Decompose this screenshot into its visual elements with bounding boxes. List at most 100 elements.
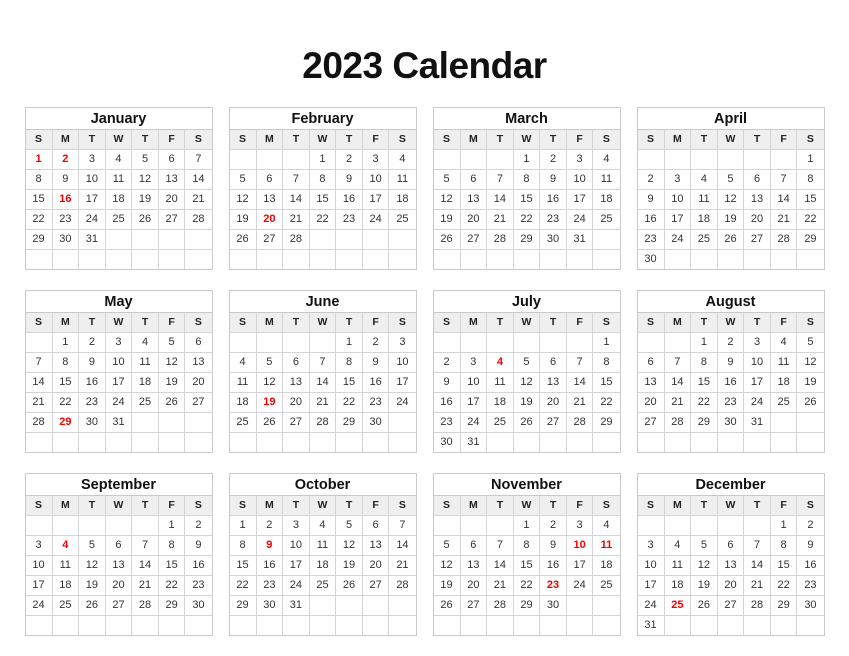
day-cell[interactable]: 16	[637, 209, 665, 230]
day-cell[interactable]: 14	[565, 372, 594, 393]
day-cell[interactable]: 17	[565, 555, 594, 576]
day-cell-holiday[interactable]: 29	[51, 412, 80, 433]
day-cell[interactable]: 4	[104, 149, 133, 170]
day-cell[interactable]: 3	[565, 515, 594, 536]
day-cell[interactable]: 9	[637, 189, 665, 210]
day-cell[interactable]: 9	[78, 352, 106, 373]
day-cell[interactable]: 3	[282, 515, 310, 536]
day-cell[interactable]: 28	[131, 595, 159, 616]
day-cell[interactable]: 17	[25, 575, 53, 596]
day-cell[interactable]: 15	[335, 372, 363, 393]
day-cell[interactable]: 22	[25, 209, 53, 230]
day-cell[interactable]: 13	[637, 372, 665, 393]
day-cell[interactable]: 12	[796, 352, 824, 373]
day-cell[interactable]: 12	[229, 189, 257, 210]
day-cell[interactable]: 14	[308, 372, 337, 393]
day-cell[interactable]: 31	[565, 229, 594, 250]
day-cell[interactable]: 13	[459, 555, 488, 576]
day-cell[interactable]: 22	[51, 392, 80, 413]
day-cell[interactable]: 15	[229, 555, 257, 576]
day-cell[interactable]: 26	[433, 595, 461, 616]
day-cell[interactable]: 6	[637, 352, 665, 373]
day-cell-holiday[interactable]: 9	[255, 535, 284, 556]
day-cell[interactable]: 30	[78, 412, 106, 433]
day-cell[interactable]: 8	[769, 535, 798, 556]
day-cell[interactable]: 12	[78, 555, 106, 576]
day-cell[interactable]: 30	[51, 229, 80, 250]
day-cell[interactable]: 12	[335, 535, 363, 556]
day-cell[interactable]: 24	[25, 595, 53, 616]
day-cell[interactable]: 9	[335, 169, 363, 190]
day-cell[interactable]: 23	[539, 209, 567, 230]
day-cell[interactable]: 7	[308, 352, 337, 373]
day-cell[interactable]: 16	[716, 372, 745, 393]
day-cell[interactable]: 5	[255, 352, 284, 373]
day-cell[interactable]: 29	[512, 595, 541, 616]
day-cell[interactable]: 21	[25, 392, 53, 413]
day-cell[interactable]: 14	[743, 555, 771, 576]
day-cell[interactable]: 26	[512, 412, 541, 433]
day-cell[interactable]: 4	[592, 515, 620, 536]
day-cell[interactable]: 19	[433, 575, 461, 596]
day-cell-holiday[interactable]: 25	[663, 595, 692, 616]
day-cell[interactable]: 7	[769, 169, 798, 190]
day-cell[interactable]: 20	[459, 209, 488, 230]
day-cell[interactable]: 8	[512, 535, 541, 556]
day-cell[interactable]: 18	[663, 575, 692, 596]
day-cell[interactable]: 17	[743, 372, 771, 393]
day-cell[interactable]: 21	[663, 392, 692, 413]
day-cell[interactable]: 13	[282, 372, 310, 393]
day-cell[interactable]: 31	[637, 615, 665, 635]
day-cell-holiday[interactable]: 1	[25, 149, 53, 170]
day-cell[interactable]: 21	[769, 209, 798, 230]
day-cell[interactable]: 3	[25, 535, 53, 556]
day-cell[interactable]: 30	[539, 595, 567, 616]
day-cell[interactable]: 13	[104, 555, 133, 576]
day-cell[interactable]: 27	[459, 229, 488, 250]
day-cell[interactable]: 15	[769, 555, 798, 576]
day-cell[interactable]: 26	[335, 575, 363, 596]
day-cell[interactable]: 17	[637, 575, 665, 596]
day-cell[interactable]: 3	[637, 535, 665, 556]
day-cell[interactable]: 5	[796, 332, 824, 353]
day-cell[interactable]: 22	[335, 392, 363, 413]
day-cell[interactable]: 17	[459, 392, 488, 413]
day-cell[interactable]: 19	[229, 209, 257, 230]
day-cell[interactable]: 18	[486, 392, 514, 413]
day-cell[interactable]: 10	[663, 189, 692, 210]
day-cell[interactable]: 28	[308, 412, 337, 433]
day-cell[interactable]: 22	[690, 392, 718, 413]
day-cell[interactable]: 1	[51, 332, 80, 353]
day-cell[interactable]: 3	[388, 332, 416, 353]
day-cell-holiday[interactable]: 10	[565, 535, 594, 556]
day-cell[interactable]: 11	[229, 372, 257, 393]
day-cell[interactable]: 6	[539, 352, 567, 373]
day-cell[interactable]: 12	[512, 372, 541, 393]
day-cell[interactable]: 23	[796, 575, 824, 596]
day-cell[interactable]: 10	[565, 169, 594, 190]
day-cell[interactable]: 22	[512, 209, 541, 230]
day-cell[interactable]: 28	[486, 595, 514, 616]
day-cell[interactable]: 9	[539, 535, 567, 556]
day-cell[interactable]: 9	[539, 169, 567, 190]
day-cell[interactable]: 9	[716, 352, 745, 373]
day-cell[interactable]: 22	[512, 575, 541, 596]
day-cell[interactable]: 20	[184, 372, 212, 393]
day-cell[interactable]: 11	[388, 169, 416, 190]
day-cell[interactable]: 3	[459, 352, 488, 373]
day-cell[interactable]: 14	[769, 189, 798, 210]
day-cell[interactable]: 24	[637, 595, 665, 616]
day-cell[interactable]: 2	[637, 169, 665, 190]
day-cell[interactable]: 19	[433, 209, 461, 230]
day-cell[interactable]: 2	[361, 332, 390, 353]
day-cell[interactable]: 15	[690, 372, 718, 393]
day-cell[interactable]: 4	[308, 515, 337, 536]
day-cell[interactable]: 12	[255, 372, 284, 393]
day-cell[interactable]: 22	[308, 209, 337, 230]
day-cell[interactable]: 29	[769, 595, 798, 616]
day-cell[interactable]: 16	[255, 555, 284, 576]
day-cell[interactable]: 9	[433, 372, 461, 393]
day-cell[interactable]: 7	[388, 515, 416, 536]
day-cell[interactable]: 29	[25, 229, 53, 250]
day-cell[interactable]: 27	[539, 412, 567, 433]
